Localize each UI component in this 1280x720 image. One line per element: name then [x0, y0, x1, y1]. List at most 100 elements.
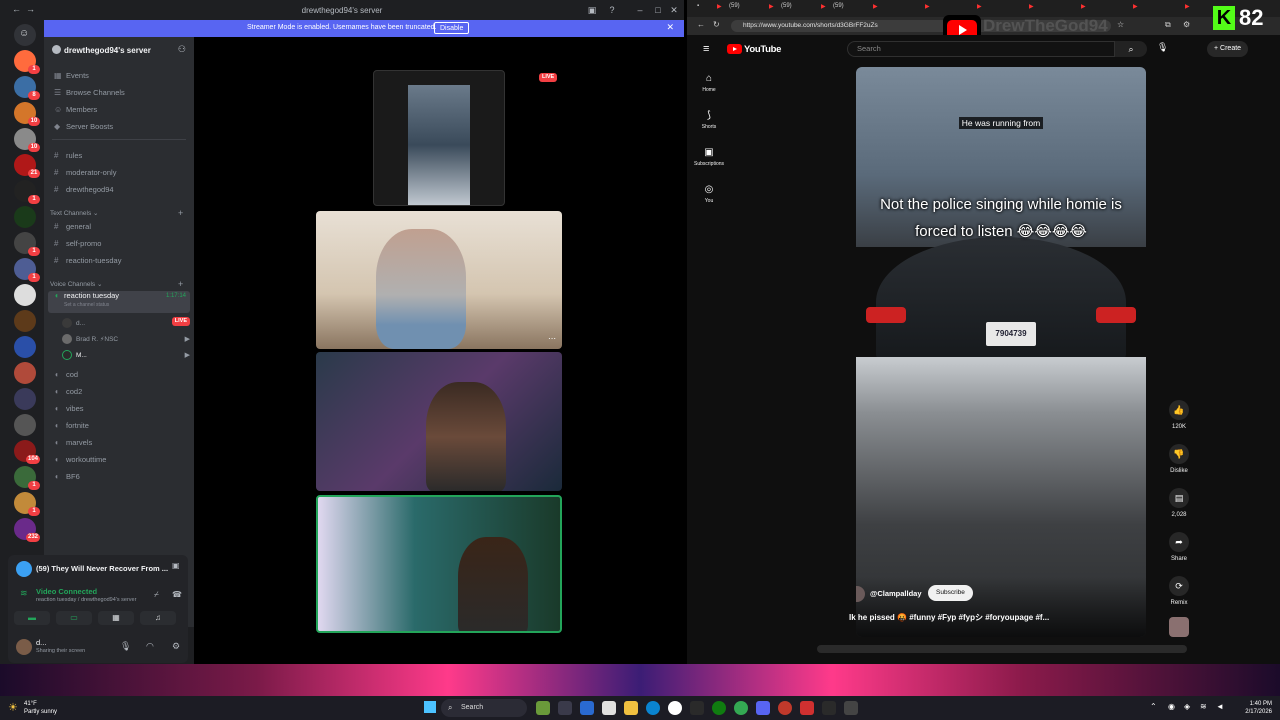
server-icon[interactable]: 232	[14, 518, 40, 542]
remix-button[interactable]: ⟳ Remix	[1166, 576, 1192, 606]
taskbar-app-icon[interactable]	[778, 701, 792, 715]
search-button[interactable]: ⌕	[1115, 41, 1147, 57]
webcam-tile[interactable]: ⋯	[316, 211, 562, 349]
taskbar-app-icon[interactable]	[536, 701, 550, 715]
start-menu-icon[interactable]	[424, 701, 436, 713]
tab-label[interactable]: (59)	[729, 3, 751, 12]
horizontal-scrollbar[interactable]	[817, 645, 1187, 653]
server-icon[interactable]	[14, 206, 36, 228]
youtube-tab-icon[interactable]: ▶	[1133, 3, 1142, 12]
server-icon[interactable]: 1	[14, 180, 40, 204]
video-description[interactable]: Ik he pissed 🤬 #funny #Fyp #fypシ #foryou…	[849, 612, 1149, 623]
xbox-icon[interactable]	[712, 701, 726, 715]
voice-channel-fortnite[interactable]: ◖ fortnite	[48, 418, 190, 434]
nav-home[interactable]: ⌂ Home	[687, 73, 731, 93]
server-icon[interactable]	[14, 284, 36, 306]
server-icon[interactable]: 1	[14, 492, 40, 516]
voice-connected-status[interactable]: Video Connected	[36, 587, 97, 596]
youtube-tab-icon[interactable]: ▶	[821, 3, 830, 12]
comments-button[interactable]: ▤ 2,028	[1166, 488, 1192, 518]
taskbar-app-icon[interactable]	[580, 701, 594, 715]
tab-label[interactable]: (59)	[833, 3, 855, 12]
search-input[interactable]: Search	[847, 41, 1115, 57]
voice-channel-reaction-tuesday[interactable]: ◖ reaction tuesday 1:17:14 Set a channel…	[48, 291, 190, 313]
volume-icon[interactable]: ◄	[1216, 702, 1224, 711]
server-icon[interactable]: 21	[14, 154, 40, 178]
current-user[interactable]: d... Sharing their screen 🎙 ◠ ⚙	[16, 635, 186, 659]
sound-thumbnail[interactable]	[1169, 617, 1189, 637]
tray-app-icon[interactable]: ◈	[1184, 702, 1190, 711]
chrome-icon[interactable]	[734, 701, 748, 715]
youtube-logo-icon[interactable]	[727, 44, 742, 54]
webcam-tile-speaking[interactable]	[316, 495, 562, 633]
reload-icon[interactable]: ↻	[713, 20, 720, 29]
category-voice-channels[interactable]: Voice Channels ⌄ +	[50, 279, 183, 289]
server-header[interactable]: drewthegod94's server ⚇	[44, 37, 194, 63]
extensions-icon[interactable]: ⧉	[1165, 20, 1171, 30]
channel-general[interactable]: # general	[48, 219, 190, 235]
taskbar-app-icon[interactable]	[602, 701, 616, 715]
subscribe-button[interactable]: Subscribe	[928, 585, 973, 601]
server-icon[interactable]	[14, 310, 36, 332]
server-icon[interactable]: 1	[14, 466, 40, 490]
close-window-icon[interactable]: ✕	[668, 4, 680, 16]
voice-channel-bf6[interactable]: ◖ BF6	[48, 469, 190, 485]
server-icon[interactable]: 8	[14, 76, 40, 100]
channel-name[interactable]: @Clampallday	[870, 589, 922, 598]
voice-channel-cod[interactable]: ◖ cod	[48, 367, 190, 383]
camera-button[interactable]: ▬	[14, 611, 50, 625]
settings-icon[interactable]: ⚙	[1183, 20, 1190, 29]
discord-app-icon[interactable]	[756, 701, 770, 715]
hamburger-menu-icon[interactable]: ≡	[703, 43, 709, 55]
bookmark-icon[interactable]: ☆	[1117, 20, 1124, 29]
task-view-icon[interactable]	[558, 701, 572, 715]
channel-self-promo[interactable]: # self-promo	[48, 236, 190, 252]
noise-suppression-icon[interactable]: ⌿	[154, 590, 159, 600]
taskbar-app-icon[interactable]	[800, 701, 814, 715]
server-icon[interactable]	[14, 362, 36, 384]
weather-widget[interactable]: 41°F Partly sunny	[24, 700, 57, 716]
invite-icon[interactable]: ⚇	[178, 44, 186, 55]
server-icon[interactable]	[14, 388, 36, 410]
voice-search-icon[interactable]: 🎙	[1157, 42, 1168, 53]
nav-you[interactable]: ◎ You	[687, 184, 731, 204]
close-banner-icon[interactable]: ✕	[666, 22, 674, 33]
voice-channel-workouttime[interactable]: ◖ workouttime	[48, 452, 190, 468]
channel-rules[interactable]: # rules	[48, 148, 190, 164]
system-clock[interactable]: 1:40 PM 2/17/2026	[1232, 700, 1272, 716]
taskbar-app-icon[interactable]	[690, 701, 704, 715]
direct-messages-icon[interactable]: ☺	[14, 24, 36, 46]
youtube-tab-icon[interactable]: ▶	[769, 3, 778, 12]
youtube-brand[interactable]: YouTube	[744, 44, 781, 55]
back-icon[interactable]: ←	[697, 20, 705, 29]
like-button[interactable]: 👍 120K	[1166, 400, 1192, 430]
sidebar-item-members[interactable]: ☺ Members	[48, 102, 190, 118]
youtube-tab-icon[interactable]: ▶	[977, 3, 986, 12]
wifi-icon[interactable]: ≋	[1200, 702, 1207, 711]
share-button[interactable]: ➦ Share	[1166, 532, 1192, 562]
tray-app-icon[interactable]: ◉	[1168, 702, 1175, 711]
server-icon[interactable]: 104	[14, 440, 40, 464]
disconnect-icon[interactable]: ☎	[172, 590, 182, 599]
channel-moderator-only[interactable]: # moderator-only	[48, 165, 190, 181]
create-button[interactable]: + Create	[1207, 41, 1249, 57]
tab-label[interactable]: (59)	[781, 3, 803, 12]
channel-reaction-tuesday[interactable]: # reaction-tuesday	[48, 253, 190, 269]
disable-streamer-mode-button[interactable]: Disable	[434, 22, 470, 34]
now-playing[interactable]: (59) They Will Never Recover From ...	[16, 561, 168, 577]
channel-status[interactable]: Set a channel status	[64, 297, 109, 313]
server-icon[interactable]: 1	[14, 232, 40, 256]
dislike-button[interactable]: 👎 Dislike	[1166, 444, 1192, 474]
taskbar-app-icon[interactable]	[822, 701, 836, 715]
server-icon[interactable]: 1	[14, 50, 40, 74]
screen-share-tile[interactable]	[373, 70, 505, 206]
short-video-player[interactable]: 7904739 He was running from Not the poli…	[856, 67, 1146, 637]
pin-icon[interactable]: ▣	[172, 561, 180, 570]
taskbar-search[interactable]: ⌕ Search	[441, 699, 527, 717]
minimize-icon[interactable]: –	[634, 4, 646, 16]
edge-browser-icon[interactable]	[646, 701, 660, 715]
settings-gear-icon[interactable]: ⚙	[172, 641, 180, 652]
taskbar-app-icon[interactable]	[668, 701, 682, 715]
tray-chevron-icon[interactable]: ⌃	[1150, 702, 1157, 711]
category-text-channels[interactable]: Text Channels ⌄ +	[50, 208, 183, 218]
